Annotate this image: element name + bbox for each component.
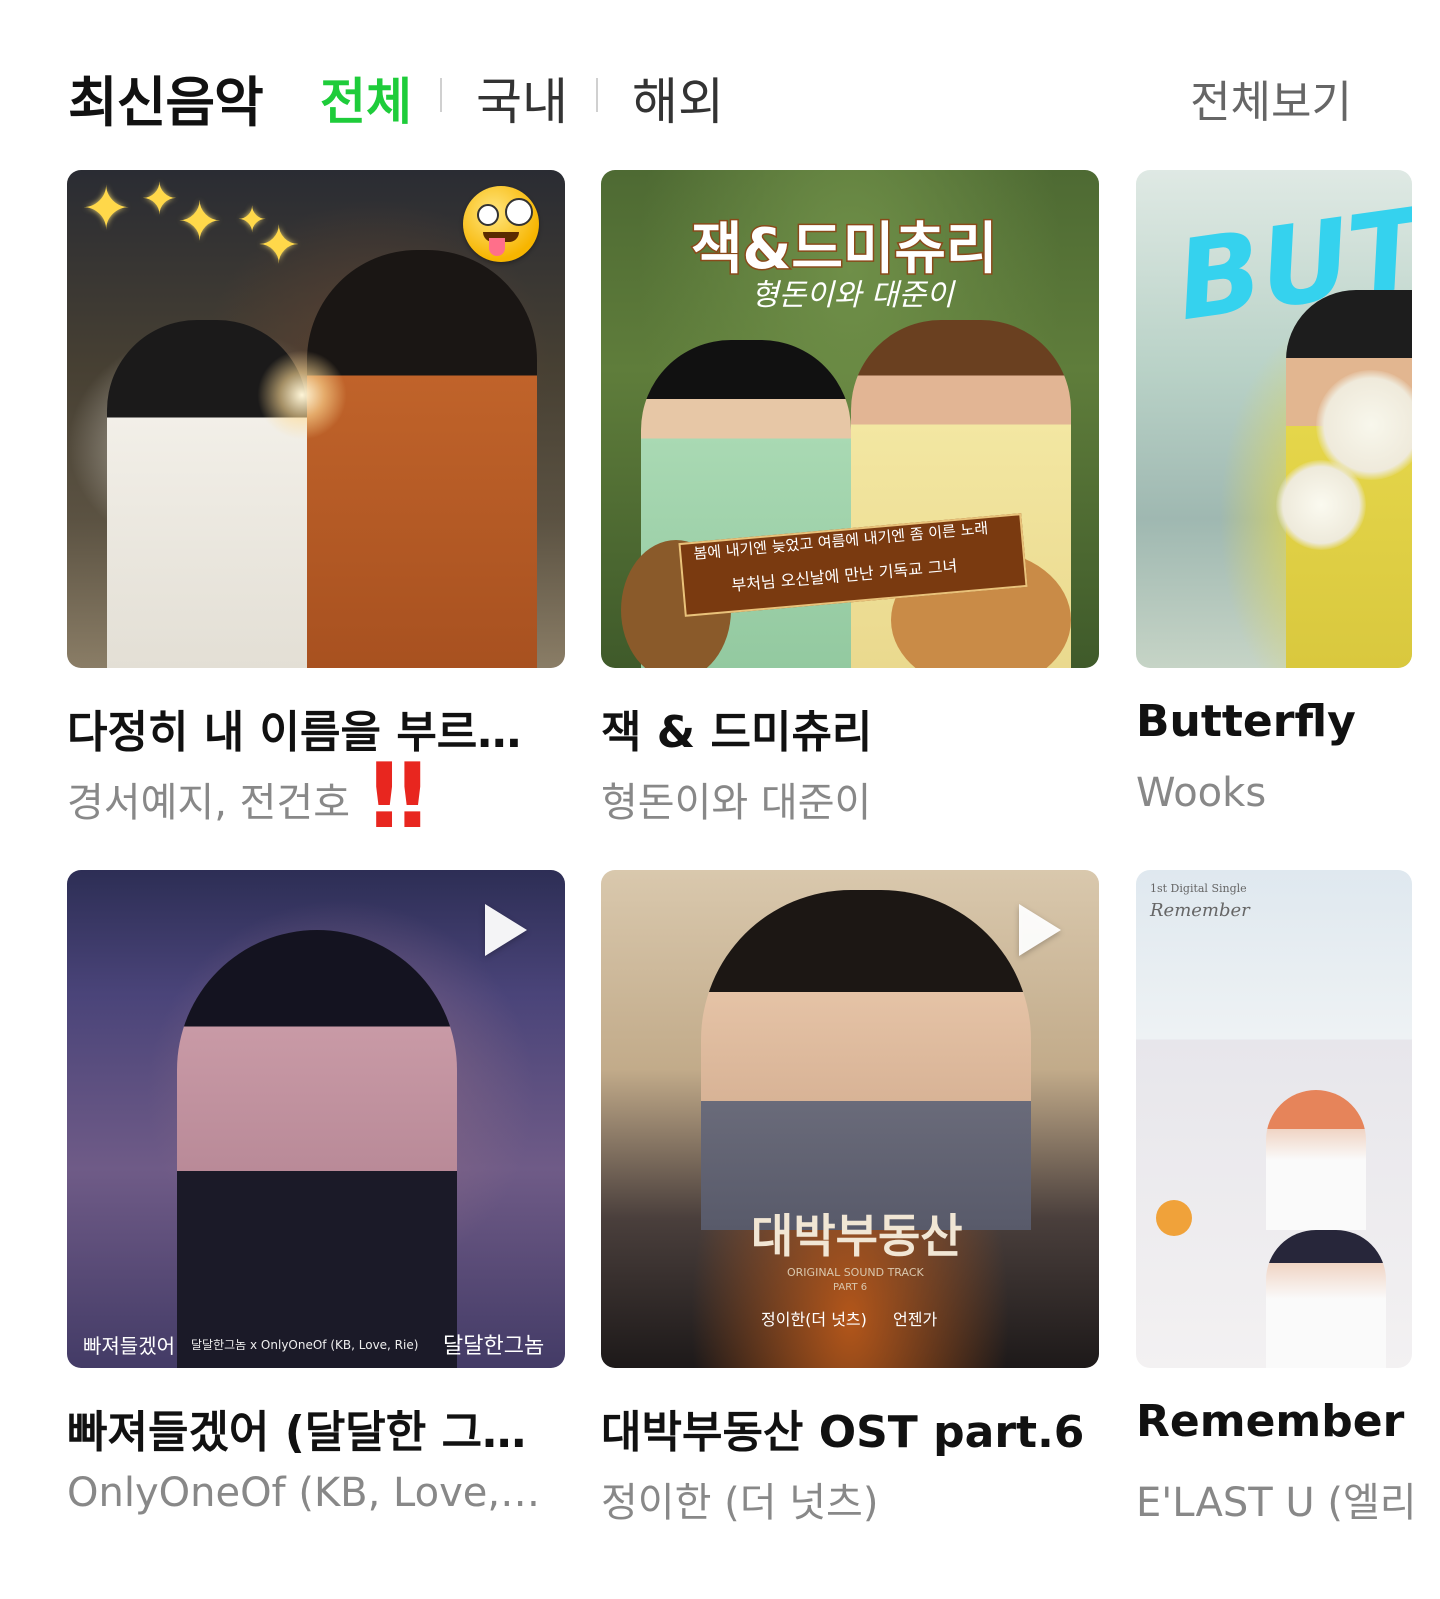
cover-small: 1st Digital Single: [1150, 882, 1247, 895]
crazy-face-emoji-icon: [463, 186, 539, 262]
cover-title: 대박부동산: [751, 1209, 963, 1263]
cover-logo: 달달한그놈: [443, 1334, 545, 1359]
album-title[interactable]: Butterfly: [1136, 696, 1436, 747]
cover-ost: ORIGINAL SOUND TRACK: [787, 1266, 924, 1279]
album-cover[interactable]: ✦ ✦ ✦ ✦ ✦: [67, 170, 565, 668]
tab-overseas[interactable]: 해외: [632, 62, 724, 134]
sparkles-icon: ✦: [257, 216, 301, 276]
flower: [1156, 1200, 1192, 1236]
sparkles-icon: ✦: [81, 174, 132, 244]
album-artist[interactable]: 형돈이와 대준이: [601, 770, 1101, 828]
section-header: 최신음악 전체 국내 해외 전체보기: [0, 0, 1440, 170]
album-title[interactable]: Remember: [1136, 1396, 1436, 1447]
tab-domestic[interactable]: 국내: [476, 62, 568, 134]
section-title: 최신음악: [68, 71, 264, 134]
tab-divider: [440, 78, 442, 112]
album-title[interactable]: 대박부동산 OST part.6: [601, 1396, 1101, 1460]
album-cover[interactable]: 잭&드미츄리 형돈이와 대준이 봄에 내기엔 늦었고 여름에 내기엔 좀 이른 …: [601, 170, 1099, 668]
play-icon[interactable]: [1019, 904, 1061, 956]
person: [701, 890, 1031, 1230]
album-title[interactable]: 빠져들겠어 (달달한 그…: [67, 1396, 547, 1460]
tab-all[interactable]: 전체: [320, 62, 412, 134]
album-cover[interactable]: BUTTE: [1136, 170, 1412, 668]
album-title[interactable]: 다정히 내 이름을 부르…: [67, 696, 547, 760]
cover-text: 빠져들겠어: [83, 1334, 175, 1358]
cover-credit-artist: 정이한(더 넛츠): [761, 1310, 867, 1329]
sparkles-icon: ✦: [177, 190, 223, 253]
sparkler-glow: [257, 350, 347, 440]
cover-credit-song: 언젠가: [893, 1310, 938, 1329]
album-artist[interactable]: Wooks: [1136, 770, 1436, 816]
album-cover[interactable]: 1st Digital Single Remember: [1136, 870, 1412, 1368]
album-cover[interactable]: 빠져들겠어 달달한그놈 x OnlyOneOf (KB, Love, Rie) …: [67, 870, 565, 1368]
person: [1266, 1230, 1386, 1368]
person: [1266, 1090, 1366, 1230]
cover-part: PART 6: [833, 1282, 868, 1293]
album-cover[interactable]: 대박부동산 ORIGINAL SOUND TRACK PART 6 정이한(더 …: [601, 870, 1099, 1368]
album-artist[interactable]: OnlyOneOf (KB, Love,…: [67, 1470, 567, 1516]
cover-credit: 달달한그놈 x OnlyOneOf (KB, Love, Rie): [191, 1338, 419, 1352]
album-title[interactable]: 잭 & 드미츄리: [601, 696, 1081, 760]
person: [177, 930, 457, 1368]
sparkles-icon: ✦: [141, 174, 178, 225]
man-figure: [307, 250, 537, 668]
flower: [1276, 460, 1366, 550]
view-all-link[interactable]: 전체보기: [1190, 66, 1352, 130]
cover-subtitle: 형돈이와 대준이: [751, 278, 954, 313]
cover-script: Remember: [1150, 900, 1250, 921]
play-icon[interactable]: [485, 904, 527, 956]
album-artist[interactable]: 경서예지, 전건호: [67, 770, 567, 828]
album-artist[interactable]: E'LAST U (엘리: [1136, 1470, 1440, 1528]
album-artist[interactable]: 정이한 (더 넛츠): [601, 1470, 1101, 1528]
double-exclamation-icon: ‼: [370, 744, 426, 849]
tab-divider: [596, 78, 598, 112]
